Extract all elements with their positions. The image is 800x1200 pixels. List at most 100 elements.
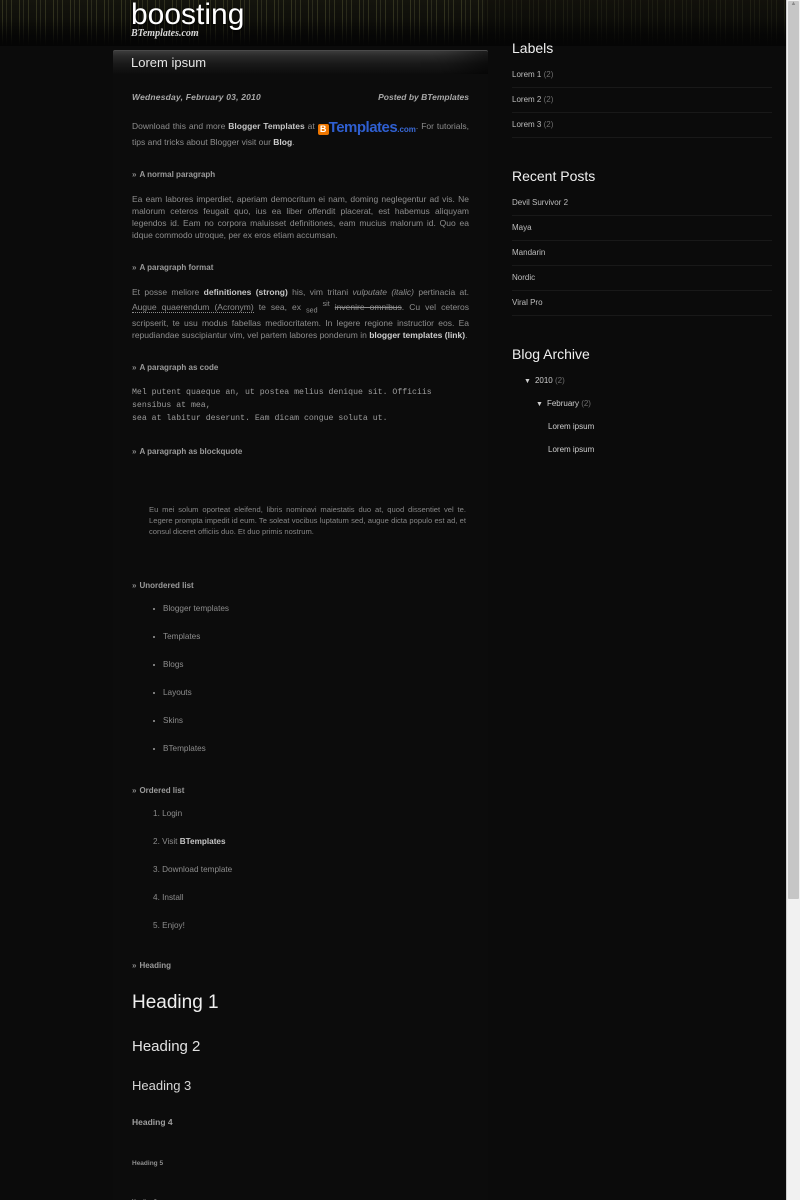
sidebar-item-recent-post[interactable]: Maya	[512, 223, 772, 241]
intro-bold-blogger-templates: Blogger Templates	[228, 121, 305, 131]
label-count: (2)	[543, 70, 554, 79]
sidebar-section-labels: Labels Lorem 1 (2) Lorem 2 (2) Lorem 3 (…	[512, 40, 772, 138]
post-title-text[interactable]: Lorem ipsum	[131, 55, 206, 70]
sidebar-section-recent-posts: Recent Posts Devil Survivor 2 Maya Manda…	[512, 168, 772, 316]
section-arrow-icon: »	[132, 446, 137, 456]
archive-year-row[interactable]: ▼ 2010 (2)	[512, 376, 772, 385]
section-title-heading: » Heading	[132, 961, 469, 970]
archive-year-label[interactable]: 2010	[535, 376, 553, 385]
sidebar-heading-labels: Labels	[512, 40, 554, 56]
section-title-unordered-list: » Unordered list	[132, 581, 469, 590]
sidebar-item-recent-post[interactable]: Viral Pro	[512, 298, 772, 316]
section-label: Heading	[139, 960, 172, 970]
sidebar-item-label[interactable]: Lorem 1 (2)	[512, 70, 772, 88]
btemplates-b-icon: B	[317, 124, 329, 135]
intro-blog-link[interactable]: Blog	[273, 137, 292, 147]
chevron-down-icon[interactable]: ▼	[536, 401, 543, 408]
list-item: Blogs	[153, 660, 469, 669]
archive-month-row[interactable]: ▼ February (2)	[512, 399, 772, 408]
list-item-text: Enjoy!	[162, 920, 185, 930]
list-item: Download template	[153, 865, 469, 874]
archive-post-row[interactable]: Lorem ipsum	[512, 422, 772, 431]
list-item: Login	[153, 809, 469, 818]
section-title-normal-paragraph: » A normal paragraph	[132, 170, 469, 179]
heading-3: Heading 3	[132, 1077, 192, 1093]
list-item: BTemplates	[153, 744, 469, 753]
section-label: A paragraph format	[139, 263, 214, 272]
label-text[interactable]: Lorem 2	[512, 95, 541, 104]
btemplates-wordmark: Templates	[328, 119, 398, 136]
post-meta: Wednesday, February 03, 2010 Posted by B…	[132, 92, 469, 106]
label-count: (2)	[543, 120, 554, 129]
section-label: A normal paragraph	[139, 170, 216, 179]
list-item: Layouts	[153, 688, 469, 697]
sidebar-item-label[interactable]: Lorem 2 (2)	[512, 95, 772, 113]
section-arrow-icon: »	[132, 960, 137, 970]
heading-1: Heading 1	[132, 991, 219, 1013]
sidebar-item-label[interactable]: Lorem 3 (2)	[512, 120, 772, 138]
list-item: Blogger templates	[153, 604, 469, 613]
archive-post-row[interactable]: Lorem ipsum	[512, 445, 772, 454]
chevron-down-icon[interactable]: ▼	[524, 378, 531, 385]
page-root: boosting BTemplates.com Lorem ipsum Wedn…	[0, 0, 800, 1200]
list-item: Enjoy!	[153, 921, 469, 930]
heading-4: Heading 4	[132, 1116, 173, 1127]
post-date: Wednesday, February 03, 2010	[132, 92, 261, 102]
section-label: A paragraph as blockquote	[139, 446, 243, 456]
section-label: A paragraph as code	[139, 362, 219, 372]
scroll-up-arrow-icon[interactable]: ▲	[789, 1, 798, 7]
normal-paragraph-text: Ea eam labores imperdiet, aperiam democr…	[132, 194, 469, 240]
archive-month-count: (2)	[581, 399, 591, 408]
blog-subtitle: BTemplates.com	[131, 28, 199, 39]
label-count: (2)	[543, 95, 554, 104]
list-item-text: Visit	[162, 836, 180, 846]
list-item: Install	[153, 893, 469, 902]
archive-month-label[interactable]: February	[547, 399, 579, 408]
fmt-strong: definitiones (strong)	[203, 287, 288, 297]
fmt-italic: vulputate (italic)	[352, 287, 414, 297]
intro-period: .	[292, 137, 295, 147]
scrollbar-track[interactable]: ▲	[786, 0, 800, 1200]
section-title-paragraph-format: » A paragraph format	[132, 263, 469, 272]
fmt-acronym: Augue quaerendum (Acronym)	[132, 301, 254, 313]
list-item: Visit BTemplates	[153, 837, 469, 846]
section-label: Unordered list	[139, 580, 194, 590]
archive-year-count: (2)	[554, 376, 565, 385]
btemplates-dotcom: .com	[397, 125, 416, 134]
btemplates-logo[interactable]: B Templates.com	[317, 119, 416, 136]
post-intro-paragraph: Download this and more Blogger Templates…	[132, 120, 469, 148]
fmt-p3: pertinacia at.	[414, 287, 470, 297]
heading-2: Heading 2	[132, 1037, 201, 1055]
label-text[interactable]: Lorem 1	[512, 70, 541, 79]
heading-5: Heading 5	[132, 1159, 164, 1167]
section-arrow-icon: »	[132, 362, 137, 372]
code-block: Mel putent quaeque an, ut postea melius …	[132, 387, 432, 423]
label-text[interactable]: Lorem 3	[512, 120, 541, 129]
fmt-subscript: sed	[306, 306, 318, 315]
format-paragraph-text: Et posse meliore definitiones (strong) h…	[132, 286, 469, 341]
list-item: Skins	[153, 716, 469, 725]
section-title-paragraph-code: » A paragraph as code	[132, 363, 469, 372]
fmt-superscript: sit	[322, 300, 330, 308]
post-title-bar[interactable]: Lorem ipsum	[113, 50, 488, 74]
sidebar-item-recent-post[interactable]: Nordic	[512, 273, 772, 291]
post-author: Posted by BTemplates	[378, 92, 469, 102]
fmt-p8: .	[465, 329, 468, 340]
sidebar-section-blog-archive: Blog Archive ▼ 2010 (2) ▼ February (2) Lor…	[512, 346, 772, 454]
list-item-bold: BTemplates	[179, 836, 226, 846]
sidebar-heading-recent-posts: Recent Posts	[512, 168, 596, 184]
main-content: Wednesday, February 03, 2010 Posted by B…	[113, 74, 488, 1200]
blockquote-text: Eu mei solum oporteat eleifend, libris n…	[149, 504, 466, 536]
fmt-strikethrough: invenire omnibus	[334, 301, 402, 312]
fmt-blogger-templates-link[interactable]: blogger templates (link)	[369, 330, 465, 340]
list-item-text: Login	[162, 808, 183, 818]
list-item-text: Install	[162, 892, 184, 902]
sidebar-item-recent-post[interactable]: Devil Survivor 2	[512, 198, 772, 216]
scrollbar-thumb[interactable]	[788, 1, 799, 899]
intro-at: at	[304, 121, 318, 131]
intro-lead: Download this and more	[132, 121, 229, 131]
sidebar-item-recent-post[interactable]: Mandarin	[512, 248, 772, 266]
list-item: Templates	[153, 632, 469, 641]
section-arrow-icon: »	[132, 263, 137, 272]
section-title-paragraph-blockquote: » A paragraph as blockquote	[132, 447, 469, 456]
